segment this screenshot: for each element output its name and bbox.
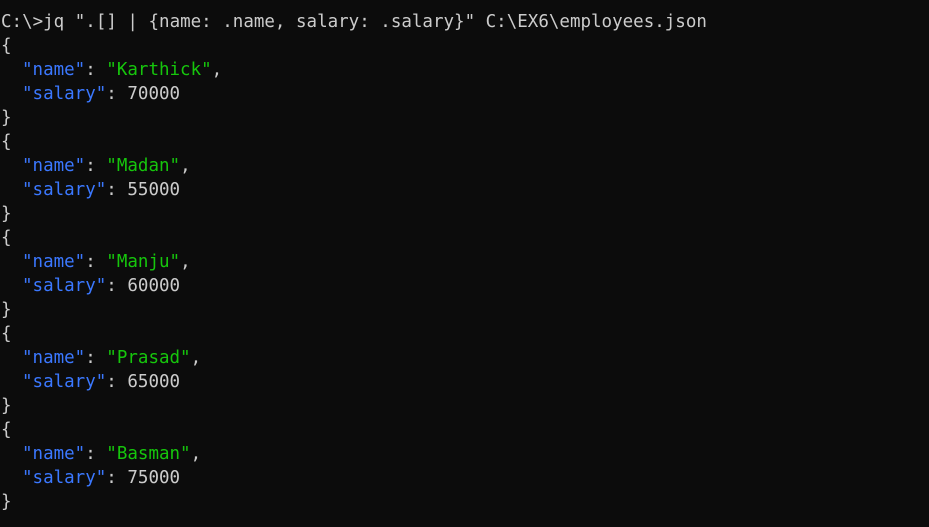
comma: , [180, 156, 191, 176]
name-field: "name": "Madan", [1, 154, 929, 178]
salary-field: "salary": 70000 [1, 82, 929, 106]
salary-field: "salary": 65000 [1, 370, 929, 394]
name-field: "name": "Manju", [1, 250, 929, 274]
name-field: "name": "Karthick", [1, 58, 929, 82]
colon: : [106, 468, 128, 488]
name-value: "Karthick" [106, 60, 212, 80]
close-brace: } [1, 300, 12, 320]
name-value: "Madan" [106, 156, 181, 176]
colon: : [85, 60, 107, 80]
command-line: C:\>jq ".[] | {name: .name, salary: .sal… [1, 12, 707, 32]
name-key: "name" [22, 60, 86, 80]
salary-value: 65000 [127, 372, 181, 392]
salary-value: 70000 [127, 84, 181, 104]
colon: : [106, 180, 128, 200]
close-brace: } [1, 108, 12, 128]
close-brace: } [1, 492, 12, 512]
json-object: { "name": "Karthick", "salary": 70000 } [1, 34, 929, 130]
name-value: "Basman" [106, 444, 191, 464]
json-object: { "name": "Madan", "salary": 55000 } [1, 130, 929, 226]
terminal-window[interactable]: C:\>jq ".[] | {name: .name, salary: .sal… [0, 0, 929, 527]
colon: : [85, 348, 107, 368]
comma: , [180, 252, 191, 272]
salary-key: "salary" [22, 276, 107, 296]
colon: : [85, 252, 107, 272]
salary-key: "salary" [22, 84, 107, 104]
salary-key: "salary" [22, 180, 107, 200]
colon: : [85, 444, 107, 464]
salary-value: 55000 [127, 180, 181, 200]
name-field: "name": "Basman", [1, 442, 929, 466]
json-object: { "name": "Manju", "salary": 60000 } [1, 226, 929, 322]
name-key: "name" [22, 444, 86, 464]
name-key: "name" [22, 348, 86, 368]
comma: , [211, 60, 223, 80]
salary-key: "salary" [22, 468, 107, 488]
open-brace: { [1, 420, 12, 440]
salary-field: "salary": 55000 [1, 178, 929, 202]
name-value: "Prasad" [106, 348, 191, 368]
name-value: "Manju" [106, 252, 181, 272]
open-brace: { [1, 324, 12, 344]
json-object: { "name": "Prasad", "salary": 65000 } [1, 322, 929, 418]
close-brace: } [1, 396, 12, 416]
open-brace: { [1, 36, 12, 56]
colon: : [106, 84, 128, 104]
comma: , [190, 444, 202, 464]
name-key: "name" [22, 156, 86, 176]
close-brace: } [1, 204, 12, 224]
salary-value: 60000 [127, 276, 181, 296]
colon: : [106, 372, 128, 392]
comma: , [190, 348, 202, 368]
salary-field: "salary": 60000 [1, 274, 929, 298]
salary-field: "salary": 75000 [1, 466, 929, 490]
name-field: "name": "Prasad", [1, 346, 929, 370]
open-brace: { [1, 228, 12, 248]
colon: : [85, 156, 107, 176]
name-key: "name" [22, 252, 86, 272]
salary-value: 75000 [127, 468, 181, 488]
json-object: { "name": "Basman", "salary": 75000 } [1, 418, 929, 514]
colon: : [106, 276, 128, 296]
salary-key: "salary" [22, 372, 107, 392]
open-brace: { [1, 132, 12, 152]
